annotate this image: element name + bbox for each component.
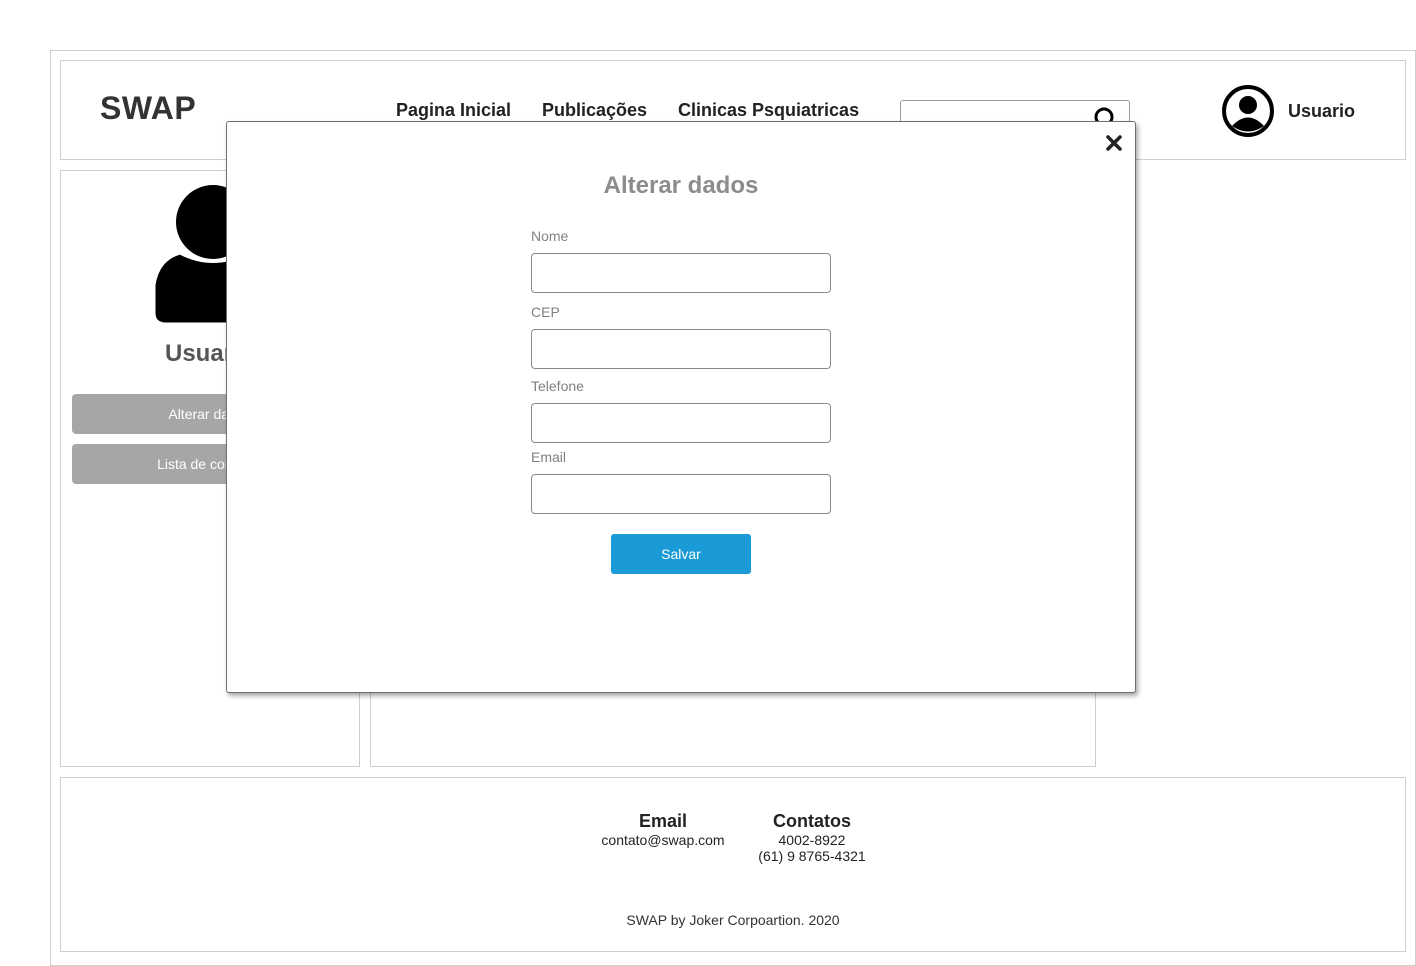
email-label: Email [531, 449, 567, 465]
phone-label: Telefone [531, 378, 584, 394]
name-field[interactable] [531, 253, 831, 293]
footer-email-heading: Email [638, 811, 688, 831]
nav-link-publications[interactable]: Publicações [542, 100, 647, 121]
nav-link-clinics[interactable]: Clinicas Psquiatricas [678, 100, 859, 121]
site-logo[interactable]: SWAP [100, 90, 196, 127]
cep-label: CEP [531, 304, 560, 320]
email-field[interactable] [531, 474, 831, 514]
footer-email-value[interactable]: contato@swap.com [597, 832, 729, 848]
footer-email-column: Email contato@swap.com [597, 810, 729, 848]
name-label: Nome [531, 228, 569, 244]
cep-field[interactable] [531, 329, 831, 369]
header-user-label[interactable]: Usuario [1288, 101, 1355, 122]
modal-title: Alterar dados [603, 172, 759, 199]
footer-contacts-heading: Contatos [773, 811, 851, 831]
page-canvas: SWAP Pagina Inicial Publicações Clinicas… [0, 0, 1416, 966]
phone-field[interactable] [531, 403, 831, 443]
close-icon[interactable] [1104, 133, 1124, 153]
nav-link-home[interactable]: Pagina Inicial [396, 100, 511, 121]
save-button[interactable]: Salvar [611, 534, 751, 574]
footer-copyright: SWAP by Joker Corpoartion. 2020 [626, 912, 840, 928]
footer-phone-2: (61) 9 8765-4321 [758, 848, 866, 864]
user-circle-icon[interactable] [1222, 85, 1274, 137]
footer-phone-1: 4002-8922 [778, 832, 846, 848]
footer-contacts-column: Contatos 4002-8922 (61) 9 8765-4321 [752, 810, 872, 864]
